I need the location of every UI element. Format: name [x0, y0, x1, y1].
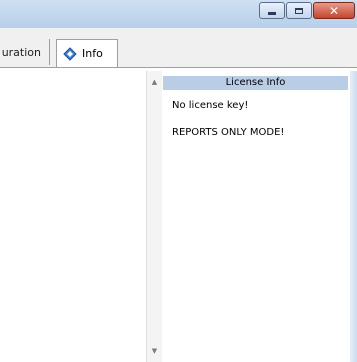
caption-buttons: ✕: [259, 2, 355, 19]
window-right-edge: [350, 71, 357, 362]
vertical-scrollbar[interactable]: ▲ ▼: [146, 71, 162, 362]
maximize-button[interactable]: [286, 2, 312, 19]
close-button[interactable]: ✕: [313, 2, 355, 19]
diamond-info-icon: [63, 46, 77, 61]
window-titlebar: ✕: [0, 0, 357, 29]
scroll-down-icon[interactable]: ▼: [147, 344, 162, 358]
tab-info[interactable]: Info: [56, 39, 118, 67]
tab-strip: uration Info: [0, 28, 357, 68]
license-info-header: License Info: [163, 76, 348, 90]
tab-configuration[interactable]: uration: [0, 39, 50, 65]
tab-configuration-label: uration: [1, 46, 41, 59]
license-status-line: No license key!: [172, 100, 249, 111]
scroll-up-icon[interactable]: ▲: [147, 75, 162, 89]
minimize-button[interactable]: [259, 2, 285, 19]
close-icon: ✕: [328, 3, 340, 18]
license-info-panel: License Info No license key! REPORTS ONL…: [162, 71, 350, 362]
left-pane[interactable]: [0, 71, 147, 362]
maximize-icon: [295, 7, 303, 14]
license-mode-line: REPORTS ONLY MODE!: [172, 127, 285, 138]
tab-divider: [0, 67, 357, 68]
minimize-icon: [268, 12, 276, 15]
tab-info-label: Info: [82, 47, 103, 60]
